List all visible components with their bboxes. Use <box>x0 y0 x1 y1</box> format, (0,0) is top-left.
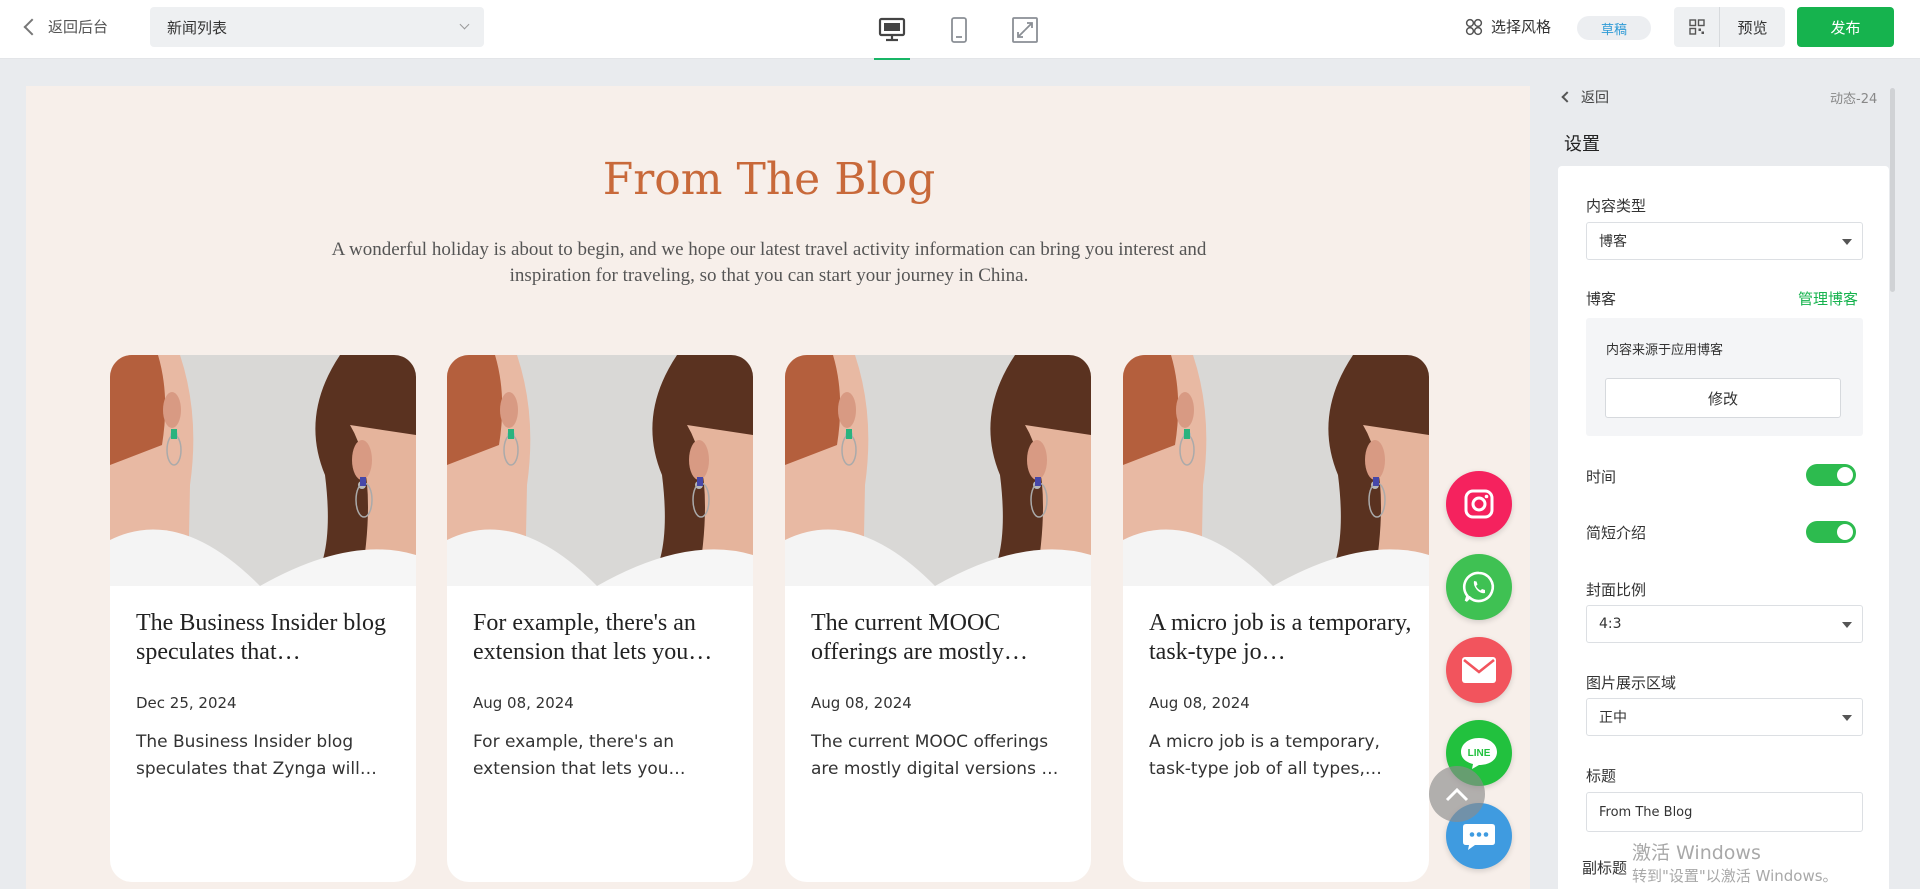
desktop-icon <box>878 17 906 42</box>
editor-canvas: From The Blog A wonderful holiday is abo… <box>26 86 1530 889</box>
title-label: 标题 <box>1586 767 1617 785</box>
mobile-view-button[interactable] <box>939 10 979 50</box>
mobile-icon <box>951 17 967 43</box>
image-area-select[interactable]: 正中 <box>1586 698 1863 736</box>
content-type-value: 博客 <box>1599 234 1627 250</box>
back-to-top-button[interactable] <box>1429 766 1485 822</box>
chevron-left-icon <box>1561 91 1573 103</box>
blog-card-image <box>447 355 753 586</box>
qr-code-icon <box>1688 19 1705 35</box>
blog-card-description: The current MOOC offerings are mostly di… <box>811 732 1059 779</box>
whatsapp-button[interactable] <box>1446 554 1512 620</box>
cover-ratio-select[interactable]: 4:3 <box>1586 605 1863 643</box>
blog-card-date: Aug 08, 2024 <box>1149 694 1250 712</box>
blog-card-date: Aug 08, 2024 <box>811 694 912 712</box>
content-type-select[interactable]: 博客 <box>1586 222 1863 260</box>
preview-button[interactable]: 预览 <box>1720 17 1785 38</box>
page-select[interactable]: 新闻列表 <box>150 7 484 47</box>
short-intro-toggle[interactable] <box>1806 521 1856 543</box>
blog-card-image <box>110 355 416 586</box>
line-icon: LINE <box>1461 738 1497 769</box>
blog-section-title[interactable]: From The Blog <box>26 154 1512 205</box>
choose-style-label: 选择风格 <box>1491 18 1552 36</box>
blog-card-title: The current MOOC offerings are mostly… <box>811 610 1028 665</box>
qr-code-button[interactable] <box>1674 7 1720 47</box>
blog-card[interactable]: The current MOOC offerings are mostly… A… <box>785 355 1091 882</box>
blog-card-title: For example, there's an extension that l… <box>473 610 713 665</box>
windows-activation-hint: 转到"设置"以激活 Windows。 <box>1632 867 1838 885</box>
line-icon-label: LINE <box>1468 748 1491 759</box>
back-to-admin-button[interactable]: 返回后台 <box>22 16 108 37</box>
back-to-admin-label: 返回后台 <box>48 18 109 36</box>
blog-card-description: For example, there's an extension that l… <box>473 732 686 779</box>
blog-card-date: Dec 25, 2024 <box>136 694 237 712</box>
blog-card-description: The Business Insider blog speculates tha… <box>136 732 377 779</box>
blog-card-image <box>1123 355 1429 586</box>
publish-button[interactable]: 发布 <box>1797 7 1894 47</box>
fullscreen-button[interactable] <box>1005 10 1045 50</box>
short-intro-label: 简短介绍 <box>1586 524 1647 542</box>
chevron-up-icon <box>1445 787 1469 802</box>
page-select-value: 新闻列表 <box>167 18 228 37</box>
blog-source-text: 内容来源于应用博客 <box>1606 343 1724 358</box>
time-label: 时间 <box>1586 468 1617 486</box>
windows-activation-watermark: 激活 Windows <box>1632 842 1761 864</box>
panel-scrollbar-thumb[interactable] <box>1890 88 1895 292</box>
subtitle-label: 副标题 <box>1582 859 1628 877</box>
choose-style-button[interactable]: 选择风格 <box>1465 16 1551 37</box>
blog-source-box: 内容来源于应用博客 修改 <box>1586 318 1863 436</box>
instagram-icon <box>1464 489 1494 519</box>
email-button[interactable] <box>1446 637 1512 703</box>
blog-card[interactable]: The Business Insider blog speculates tha… <box>110 355 416 882</box>
draft-badge: 草稿 <box>1577 16 1651 40</box>
chat-icon <box>1463 824 1495 850</box>
blog-section-subtitle[interactable]: A wonderful holiday is about to begin, a… <box>326 237 1212 289</box>
content-type-label: 内容类型 <box>1586 197 1647 215</box>
cover-ratio-value: 4:3 <box>1599 616 1622 632</box>
toggle-knob <box>1837 467 1853 483</box>
modify-button[interactable]: 修改 <box>1605 378 1841 418</box>
whatsapp-icon <box>1462 571 1495 603</box>
blog-card-title: The Business Insider blog speculates tha… <box>136 610 386 665</box>
time-toggle[interactable] <box>1806 464 1856 486</box>
title-input[interactable]: From The Blog <box>1586 792 1863 832</box>
image-area-label: 图片展示区域 <box>1586 674 1677 692</box>
chevron-left-icon <box>23 18 41 35</box>
chevron-down-icon <box>459 19 470 30</box>
blog-card-description: A micro job is a temporary, task-type jo… <box>1149 732 1382 779</box>
caret-down-icon <box>1842 715 1852 721</box>
image-area-value: 正中 <box>1599 710 1627 726</box>
blog-card[interactable]: A micro job is a temporary, task-type jo… <box>1123 355 1429 882</box>
desktop-view-button[interactable] <box>872 10 912 60</box>
preview-group: 预览 <box>1674 7 1785 47</box>
instagram-button[interactable] <box>1446 471 1512 537</box>
blog-card-date: Aug 08, 2024 <box>473 694 574 712</box>
panel-back-label: 返回 <box>1581 90 1609 106</box>
fullscreen-icon <box>1012 17 1038 43</box>
toggle-knob <box>1837 524 1853 540</box>
blog-card[interactable]: For example, there's an extension that l… <box>447 355 753 882</box>
blog-card-title: A micro job is a temporary, task-type jo… <box>1149 610 1412 665</box>
blog-label: 博客 <box>1586 290 1617 308</box>
caret-down-icon <box>1842 622 1852 628</box>
cover-ratio-label: 封面比例 <box>1586 581 1647 599</box>
caret-down-icon <box>1842 239 1852 245</box>
palette-icon <box>1465 18 1483 35</box>
top-toolbar: 返回后台 新闻列表 选择风格 草稿 预览 发布 <box>0 0 1920 60</box>
email-icon <box>1462 657 1496 683</box>
manage-blog-link[interactable]: 管理博客 <box>1798 288 1858 309</box>
panel-heading: 设置 <box>1564 134 1600 155</box>
blog-card-image <box>785 355 1091 586</box>
component-id: 动态-24 <box>1830 92 1878 107</box>
panel-back-button[interactable]: 返回 <box>1561 87 1609 107</box>
